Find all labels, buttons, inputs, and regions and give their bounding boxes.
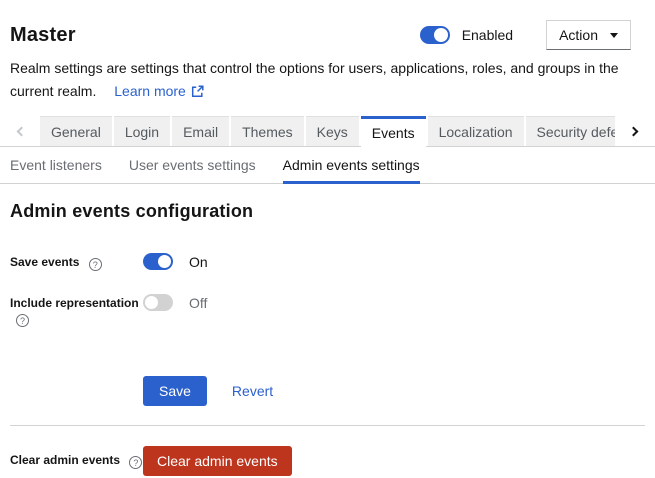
action-dropdown[interactable]: Action	[546, 20, 631, 50]
tab-login[interactable]: Login	[114, 116, 170, 146]
tab-keys[interactable]: Keys	[306, 116, 359, 146]
header-controls: Enabled Action	[420, 20, 631, 50]
toggle-knob	[434, 28, 448, 42]
learn-more-label: Learn more	[114, 80, 186, 103]
save-events-control: On	[143, 253, 208, 270]
include-representation-toggle[interactable]	[143, 294, 173, 311]
subtab-user-events-settings[interactable]: User events settings	[129, 147, 256, 184]
include-representation-label-group: Include representation ?	[10, 294, 143, 327]
save-events-row: Save events ? On	[10, 253, 645, 271]
section-heading: Admin events configuration	[10, 201, 645, 222]
tab-email[interactable]: Email	[172, 116, 229, 146]
chevron-left-icon	[17, 126, 27, 136]
caret-down-icon	[610, 33, 618, 38]
tab-list: General Login Email Themes Keys Events L…	[40, 116, 615, 146]
save-button[interactable]: Save	[143, 376, 207, 406]
include-representation-state: Off	[189, 295, 207, 311]
admin-events-panel: Admin events configuration Save events ?…	[0, 201, 655, 476]
realm-settings-tabbar: General Login Email Themes Keys Events L…	[0, 116, 655, 147]
subtab-admin-events-settings[interactable]: Admin events settings	[283, 147, 420, 184]
save-events-label-group: Save events ?	[10, 253, 143, 271]
tabs-scroll-left-button[interactable]	[0, 116, 40, 146]
save-events-label: Save events	[10, 255, 79, 269]
page-header: Master Enabled Action	[0, 20, 655, 50]
clear-admin-events-row: Clear admin events ? Clear admin events	[10, 446, 645, 476]
events-subtabs: Event listeners User events settings Adm…	[0, 147, 655, 184]
realm-description: Realm settings are settings that control…	[0, 57, 645, 103]
section-divider	[10, 425, 645, 426]
realm-enabled-label: Enabled	[462, 27, 513, 43]
clear-admin-events-button[interactable]: Clear admin events	[143, 446, 292, 476]
tab-security-defenses[interactable]: Security defenses	[526, 116, 615, 146]
chevron-right-icon	[629, 126, 639, 136]
external-link-icon	[191, 85, 204, 98]
include-representation-label: Include representation	[10, 296, 139, 310]
clear-admin-events-label: Clear admin events	[10, 453, 120, 467]
form-actions: Save Revert	[143, 376, 645, 406]
page-title: Master	[10, 24, 76, 47]
learn-more-link[interactable]: Learn more	[114, 80, 204, 103]
realm-description-text: Realm settings are settings that control…	[10, 60, 619, 99]
save-events-state: On	[189, 254, 208, 270]
toggle-knob	[145, 296, 158, 309]
tab-general[interactable]: General	[40, 116, 112, 146]
include-representation-control: Off	[143, 294, 207, 311]
tab-themes[interactable]: Themes	[231, 116, 304, 146]
admin-events-form: Save events ? On Include representation …	[10, 253, 645, 406]
subtab-event-listeners[interactable]: Event listeners	[10, 147, 102, 184]
save-events-toggle[interactable]	[143, 253, 173, 270]
help-icon[interactable]: ?	[129, 456, 142, 469]
realm-enabled-toggle[interactable]	[420, 26, 450, 44]
revert-button[interactable]: Revert	[232, 383, 273, 399]
action-dropdown-label: Action	[559, 27, 598, 43]
clear-admin-events-label-group: Clear admin events ?	[10, 453, 143, 469]
realm-settings-page: Master Enabled Action Realm settings are…	[0, 20, 655, 478]
tabs-scroll-right-button[interactable]	[615, 116, 655, 146]
help-icon[interactable]: ?	[16, 314, 29, 327]
tab-localization[interactable]: Localization	[428, 116, 524, 146]
help-icon[interactable]: ?	[89, 258, 102, 271]
tab-events[interactable]: Events	[361, 116, 426, 147]
include-representation-row: Include representation ? Off	[10, 294, 645, 327]
toggle-knob	[158, 255, 171, 268]
